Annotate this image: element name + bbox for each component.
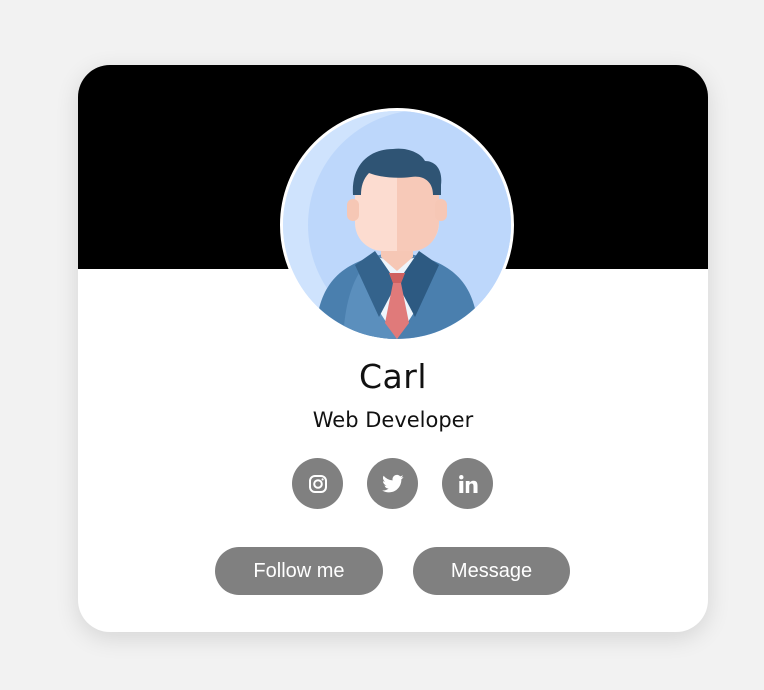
twitter-icon — [381, 474, 404, 492]
profile-card: Carl Web Developer Follow me Message — [78, 65, 708, 632]
message-button[interactable]: Message — [413, 547, 570, 595]
instagram-icon — [308, 474, 327, 493]
twitter-button[interactable] — [367, 458, 418, 509]
linkedin-button[interactable] — [442, 458, 493, 509]
profile-role: Web Developer — [312, 408, 474, 432]
businessman-avatar-icon — [283, 111, 511, 339]
instagram-button[interactable] — [292, 458, 343, 509]
profile-name: Carl — [359, 357, 427, 396]
linkedin-icon — [458, 474, 477, 493]
follow-button[interactable]: Follow me — [215, 547, 383, 595]
avatar — [280, 108, 514, 342]
